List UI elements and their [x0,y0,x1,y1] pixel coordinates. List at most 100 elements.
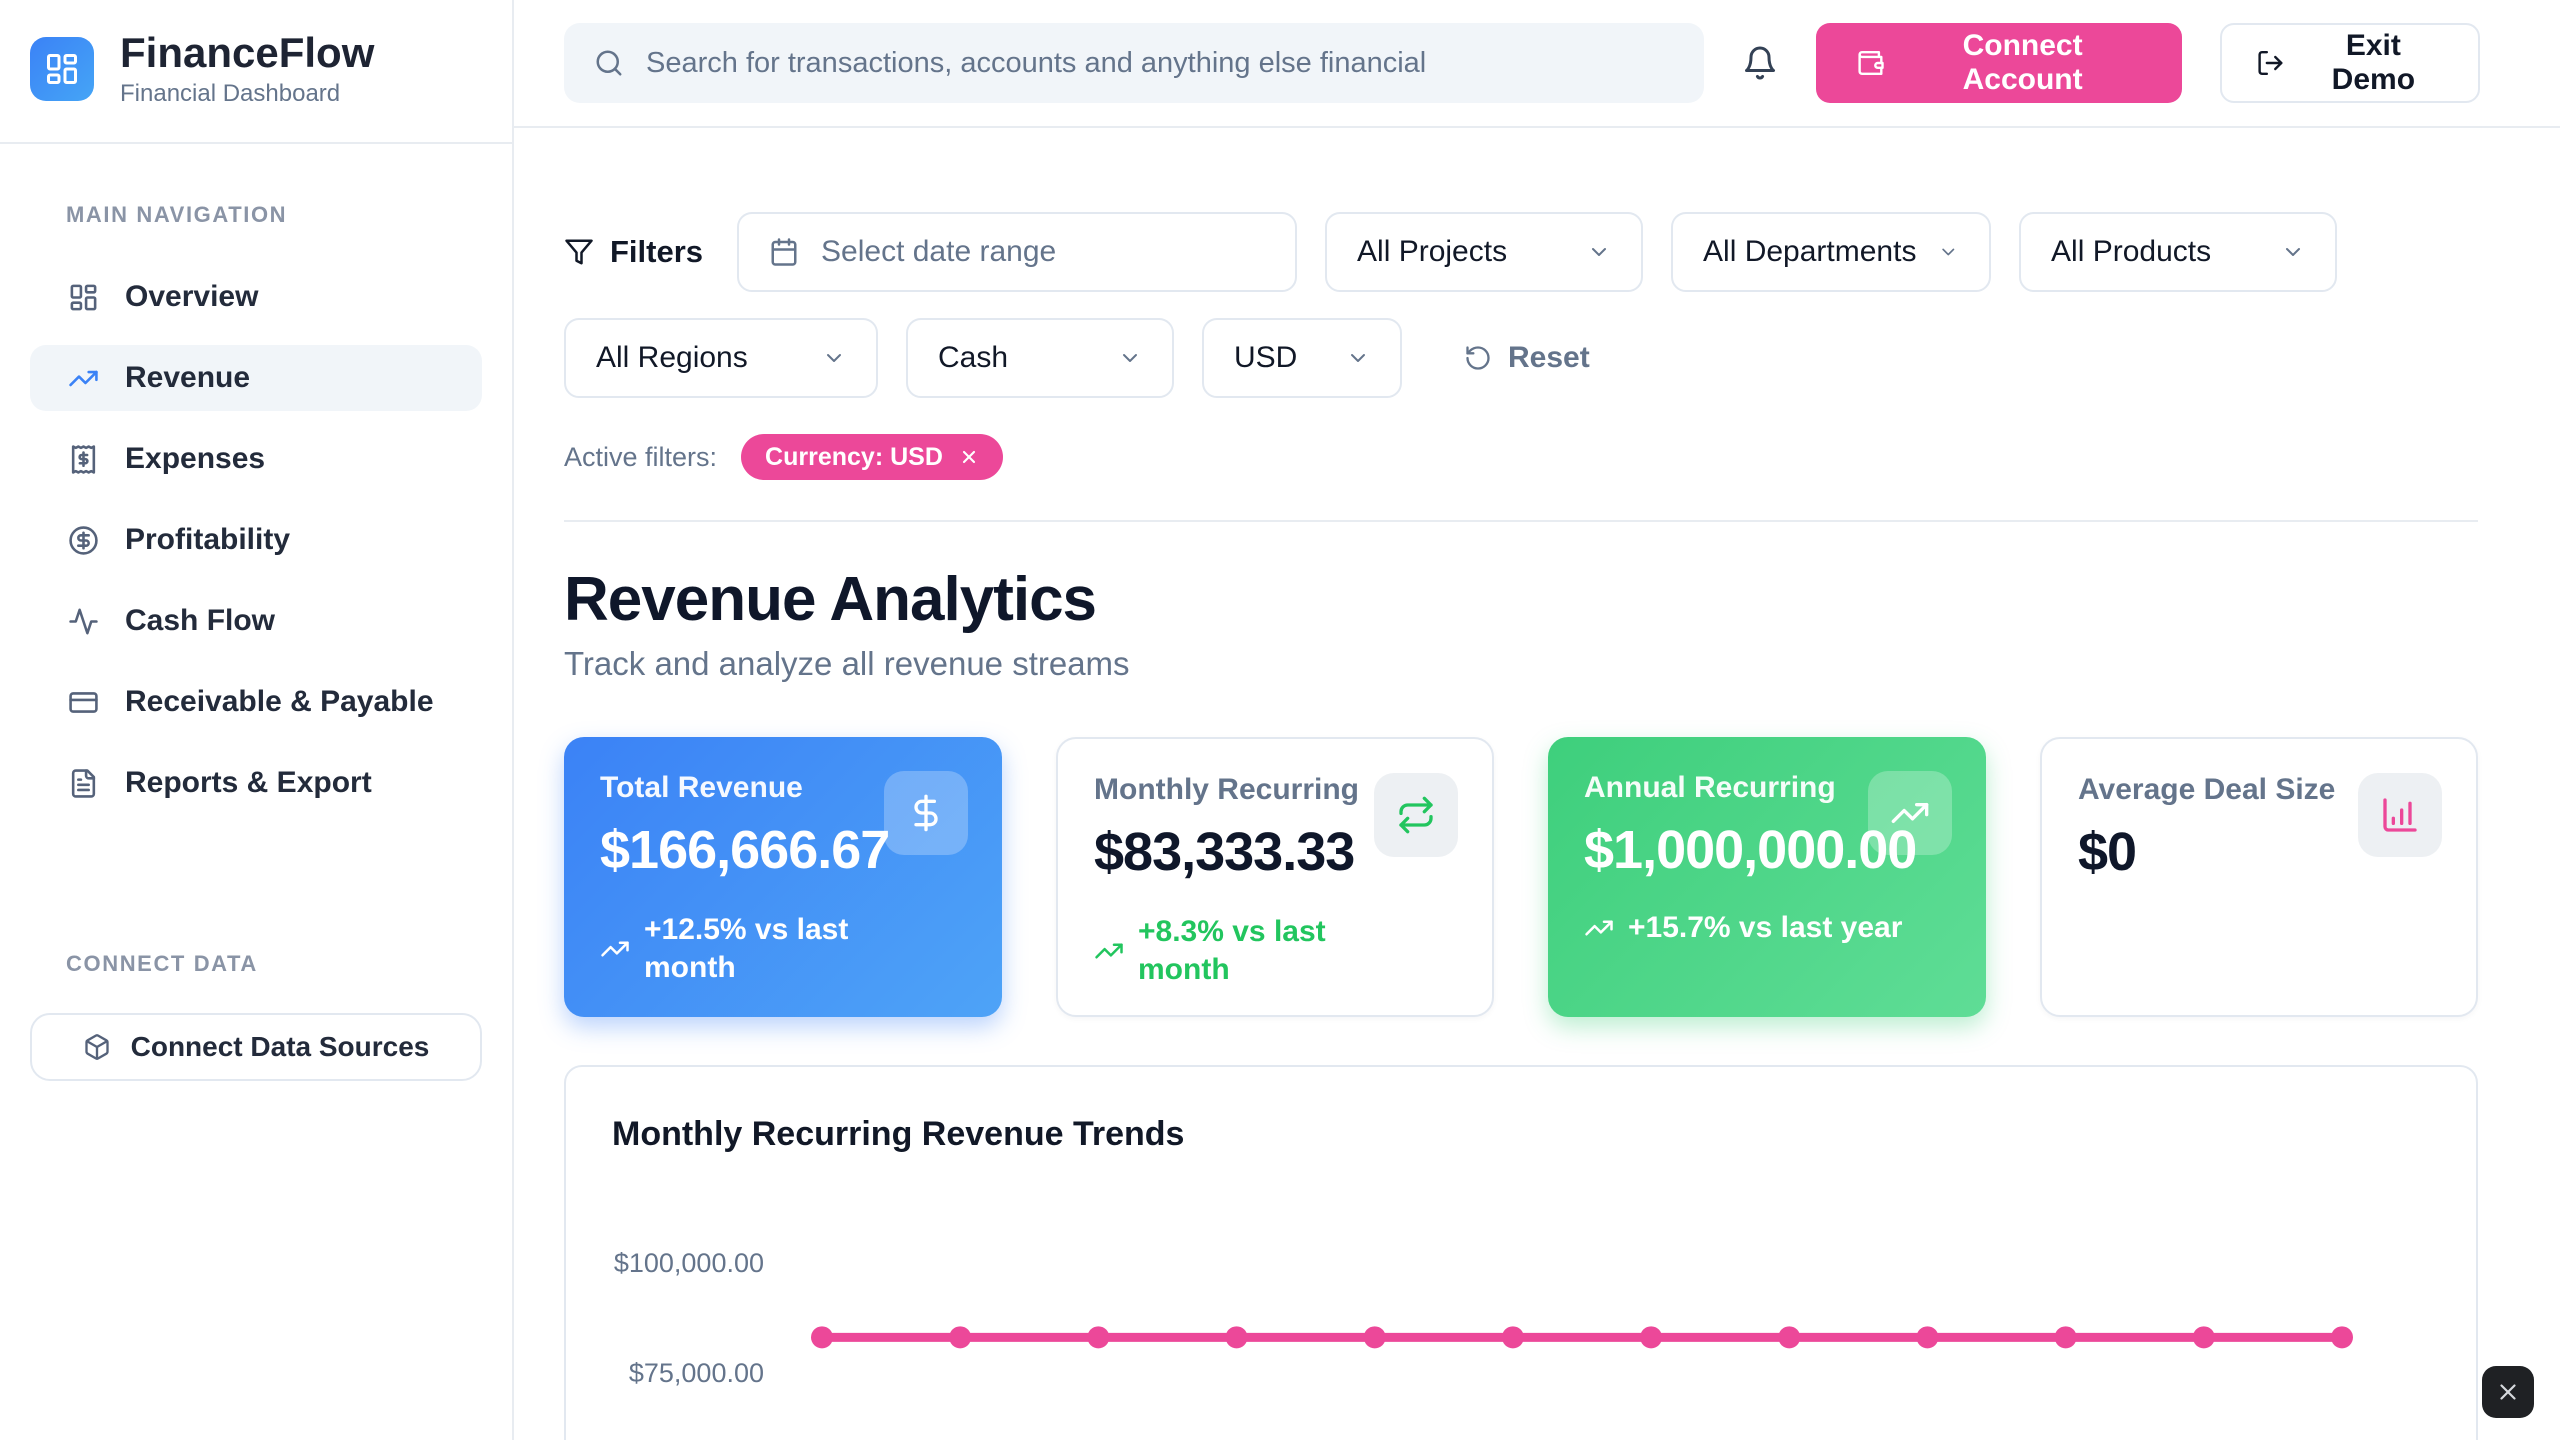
trending-up-icon [600,934,630,964]
departments-select-value: All Departments [1703,235,1916,269]
chevron-down-icon [1118,346,1142,370]
line-chart-point[interactable] [811,1326,833,1348]
trending-up-icon [68,363,99,394]
products-select[interactable]: All Products [2019,212,2337,292]
close-icon[interactable] [959,447,979,467]
trending-up-icon [1868,771,1952,855]
kpi-delta-text: +12.5% vs last month [644,911,894,986]
page-title: Revenue Analytics [564,564,2478,635]
sidebar-item-overview[interactable]: Overview [30,264,482,330]
app-logo-icon [30,37,94,101]
reset-label: Reset [1508,341,1590,375]
line-chart-point[interactable] [2331,1326,2353,1348]
regions-select[interactable]: All Regions [564,318,878,398]
mrr-trends-card: Monthly Recurring Revenue Trends $100,00… [564,1065,2478,1440]
exit-demo-button[interactable]: Exit Demo [2220,23,2480,103]
date-range-input[interactable]: Select date range [737,212,1297,292]
app-title: FinanceFlow [120,30,374,76]
kpi-card-average-deal-size: Average Deal Size $0 [2040,737,2478,1017]
regions-select-value: All Regions [596,341,748,375]
logout-icon [2256,48,2285,78]
global-search[interactable] [564,23,1704,103]
main-area: Connect Account Exit Demo Filters Select… [514,0,2560,1440]
line-chart-point[interactable] [1778,1326,1800,1348]
brand: FinanceFlow Financial Dashboard [0,0,512,144]
receipt-icon [68,444,99,475]
sidebar-item-label: Receivable & Payable [125,685,434,719]
currency-select[interactable]: USD [1202,318,1402,398]
filters-label: Filters [610,234,703,270]
circle-dollar-icon [68,525,99,556]
page-content: Filters Select date range All Projects A… [514,128,2560,1440]
kpi-card-annual-recurring: Annual Recurring $1,000,000.00 +15.7% vs… [1548,737,1986,1017]
chevron-down-icon [822,346,846,370]
departments-select[interactable]: All Departments [1671,212,1991,292]
y-axis-tick-label: $100,000.00 [612,1248,764,1279]
sidebar-item-label: Cash Flow [125,604,275,638]
search-icon [594,48,624,78]
line-chart-point[interactable] [1087,1326,1109,1348]
projects-select[interactable]: All Projects [1325,212,1643,292]
sidebar: FinanceFlow Financial Dashboard MAIN NAV… [0,0,514,1440]
line-chart-point[interactable] [2055,1326,2077,1348]
trending-up-icon [1584,913,1614,943]
chevron-down-icon [2281,240,2305,264]
products-select-value: All Products [2051,235,2211,269]
line-chart-point[interactable] [1502,1326,1524,1348]
filters-row-2: All Regions Cash USD Reset [564,318,2478,398]
kpi-delta: +12.5% vs last month [600,911,966,986]
chart-title: Monthly Recurring Revenue Trends [612,1115,2430,1154]
line-chart-point[interactable] [1226,1326,1248,1348]
nav-section-label: MAIN NAVIGATION [66,202,512,228]
line-chart-point[interactable] [2193,1326,2215,1348]
payment-type-select-value: Cash [938,341,1008,375]
sidebar-item-label: Profitability [125,523,290,557]
close-icon [2495,1379,2521,1405]
close-widget-button[interactable] [2482,1366,2534,1418]
connect-account-button[interactable]: Connect Account [1816,23,2181,103]
sidebar-item-cash-flow[interactable]: Cash Flow [30,588,482,654]
chevron-down-icon [1587,240,1611,264]
line-chart-point[interactable] [1364,1326,1386,1348]
mrr-line-chart [612,1194,2404,1440]
topbar: Connect Account Exit Demo [514,0,2560,128]
connect-data-section-label: CONNECT DATA [66,951,512,977]
kpi-card-total-revenue: Total Revenue $166,666.67 +12.5% vs last… [564,737,1002,1017]
connect-account-label: Connect Account [1903,29,2141,97]
trending-up-icon [1094,936,1124,966]
filter-icon [564,237,594,267]
credit-card-icon [68,687,99,718]
connect-data-sources-label: Connect Data Sources [131,1031,430,1063]
repeat-icon [1374,773,1458,857]
connect-data-sources-button[interactable]: Connect Data Sources [30,1013,482,1081]
kpi-card-monthly-recurring: Monthly Recurring $83,333.33 +8.3% vs la… [1056,737,1494,1017]
currency-select-value: USD [1234,341,1297,375]
projects-select-value: All Projects [1357,235,1507,269]
active-filter-chip-currency[interactable]: Currency: USD [741,434,1003,480]
payment-type-select[interactable]: Cash [906,318,1174,398]
kpi-delta-text: +15.7% vs last year [1628,911,1902,945]
file-text-icon [68,768,99,799]
notifications-button[interactable] [1742,45,1778,81]
sidebar-item-label: Overview [125,280,258,314]
chevron-down-icon [1938,240,1959,264]
bell-icon [1742,45,1778,81]
line-chart-point[interactable] [1916,1326,1938,1348]
section-divider [564,520,2478,522]
line-chart-point[interactable] [1640,1326,1662,1348]
kpi-delta-text: +8.3% vs last month [1138,913,1388,988]
active-filters-row: Active filters: Currency: USD [564,434,2478,480]
filters-title: Filters [564,234,703,270]
sidebar-item-expenses[interactable]: Expenses [30,426,482,492]
date-range-placeholder: Select date range [821,235,1056,269]
reset-filters-button[interactable]: Reset [1464,341,1590,375]
sidebar-item-receivable-payable[interactable]: Receivable & Payable [30,669,482,735]
app-tagline: Financial Dashboard [120,80,374,108]
line-chart-point[interactable] [949,1326,971,1348]
sidebar-item-reports-export[interactable]: Reports & Export [30,750,482,816]
sidebar-item-label: Reports & Export [125,766,372,800]
sidebar-item-revenue[interactable]: Revenue [30,345,482,411]
sidebar-item-profitability[interactable]: Profitability [30,507,482,573]
search-input[interactable] [646,47,1674,80]
active-filters-label: Active filters: [564,442,717,473]
